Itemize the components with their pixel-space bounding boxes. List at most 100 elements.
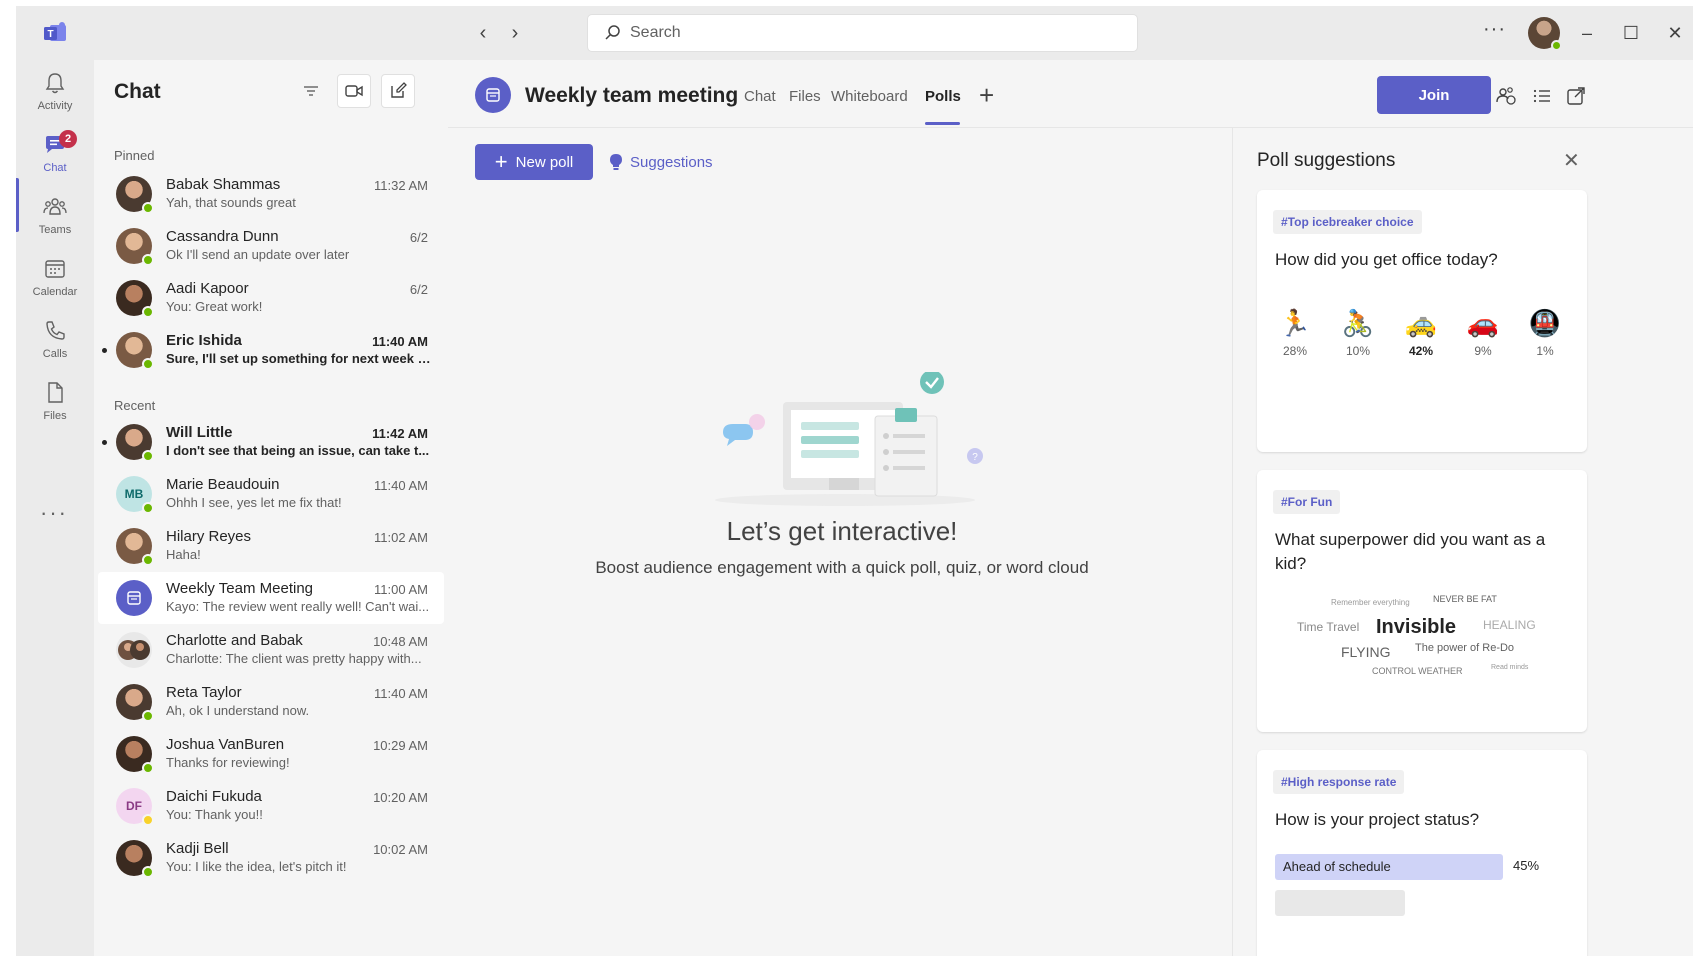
rail-item-activity[interactable]: Activity: [16, 64, 94, 124]
tab-whiteboard[interactable]: Whiteboard: [831, 88, 908, 105]
chat-item[interactable]: Aadi Kapoor 6/2 You: Great work!: [98, 272, 444, 324]
presence-icon: [142, 762, 154, 774]
plus-icon: +: [494, 149, 508, 174]
result-percent: 45%: [1513, 858, 1540, 873]
meet-now-button[interactable]: [337, 74, 371, 108]
word-cloud-word: The power of Re-Do: [1415, 642, 1515, 654]
presence-icon: [142, 554, 154, 566]
chat-item[interactable]: Kadji Bell 10:02 AM You: I like the idea…: [98, 832, 444, 884]
chat-name: Aadi Kapoor: [166, 280, 249, 297]
new-poll-button[interactable]: + New poll: [475, 144, 593, 180]
chat-time: 11:40 AM: [372, 334, 428, 349]
chat-time: 10:20 AM: [373, 790, 428, 805]
back-arrow-icon[interactable]: ‹: [472, 22, 494, 44]
chat-item[interactable]: MB Marie Beaudouin 11:40 AM Ohhh I see, …: [98, 468, 444, 520]
chat-item[interactable]: Eric Ishida 11:40 AM Sure, I'll set up s…: [98, 324, 444, 376]
chat-item[interactable]: Joshua VanBuren 10:29 AM Thanks for revi…: [98, 728, 444, 780]
new-chat-button[interactable]: [381, 74, 415, 108]
pinned-section-label: Pinned: [114, 148, 155, 163]
pop-out-icon[interactable]: [1564, 84, 1588, 108]
suggestions-button[interactable]: Suggestions: [608, 144, 713, 180]
minimize-icon[interactable]: –: [1574, 20, 1600, 46]
rail-item-calls[interactable]: Calls: [16, 312, 94, 372]
tab-polls[interactable]: Polls: [925, 88, 961, 105]
avatar: [116, 528, 154, 566]
filter-button[interactable]: [294, 74, 328, 108]
teams-window: T ‹ › ··· – ☐ ✕ Activity 2 Chat Teams: [16, 6, 1693, 956]
card-question: How is your project status?: [1275, 810, 1480, 829]
tab-chat[interactable]: Chat: [744, 88, 776, 105]
presence-icon: [142, 306, 154, 318]
maximize-icon[interactable]: ☐: [1618, 20, 1644, 46]
chat-item[interactable]: DF Daichi Fukuda 10:20 AM You: Thank you…: [98, 780, 444, 832]
word-cloud-word: FLYING: [1341, 644, 1391, 660]
svg-text:T: T: [47, 29, 53, 40]
chat-time: 10:02 AM: [373, 842, 428, 857]
chat-preview: Ohhh I see, yes let me fix that!: [166, 495, 342, 510]
option-percent: 28%: [1282, 344, 1308, 358]
poll-option: 🏃 28%: [1270, 308, 1320, 358]
avatar: [116, 424, 154, 462]
user-avatar[interactable]: [1528, 17, 1562, 51]
tab-files[interactable]: Files: [789, 88, 821, 105]
option-percent: 1%: [1536, 344, 1554, 358]
chat-item[interactable]: Will Little 11:42 AM I don't see that be…: [98, 416, 444, 468]
chat-name: Marie Beaudouin: [166, 476, 280, 493]
presence-icon: [142, 450, 154, 462]
chat-preview: Ah, ok I understand now.: [166, 703, 310, 718]
participants-icon[interactable]: [1494, 84, 1518, 108]
chat-preview: Kayo: The review went really well! Can't…: [166, 599, 430, 614]
forward-arrow-icon[interactable]: ›: [504, 22, 526, 44]
rail-label: Calls: [42, 348, 68, 360]
avatar: [116, 280, 154, 318]
chat-item[interactable]: Hilary Reyes 11:02 AM Haha!: [98, 520, 444, 572]
metro-icon: 🚇: [1528, 308, 1562, 338]
lightbulb-icon: [610, 154, 622, 170]
search-box[interactable]: [587, 14, 1138, 52]
chat-preview: You: I like the idea, let's pitch it!: [166, 859, 347, 874]
more-options-icon[interactable]: ···: [1483, 18, 1506, 41]
close-icon[interactable]: ✕: [1563, 148, 1580, 173]
chat-item[interactable]: Cassandra Dunn 6/2 Ok I'll send an updat…: [98, 220, 444, 272]
card-tag: #Top icebreaker choice: [1273, 210, 1422, 234]
rail-item-files[interactable]: Files: [16, 374, 94, 434]
meeting-header: Weekly team meeting Chat Files Whiteboar…: [448, 60, 1693, 128]
chat-item[interactable]: Charlotte and Babak 10:48 AM Charlotte: …: [98, 624, 444, 676]
suggestion-card-fun[interactable]: #For Fun What superpower did you want as…: [1257, 470, 1587, 732]
bicycle-icon: 🚴: [1341, 308, 1375, 338]
search-input[interactable]: [630, 24, 1110, 42]
meeting-pane: Weekly team meeting Chat Files Whiteboar…: [448, 60, 1693, 956]
chat-time: 11:42 AM: [372, 426, 428, 441]
chat-name: Cassandra Dunn: [166, 228, 279, 245]
compose-icon: [391, 82, 407, 98]
presence-icon: [1551, 40, 1562, 51]
suggestion-card-icebreaker[interactable]: #Top icebreaker choice How did you get o…: [1257, 190, 1587, 452]
rail-item-calendar[interactable]: Calendar: [16, 250, 94, 310]
word-cloud-word: Time Travel: [1297, 620, 1360, 634]
phone-icon: [46, 321, 65, 340]
chat-item-selected[interactable]: Weekly Team Meeting 11:00 AM Kayo: The r…: [98, 572, 444, 624]
add-tab-icon[interactable]: +: [979, 80, 994, 111]
chat-item[interactable]: Babak Shammas 11:32 AM Yah, that sounds …: [98, 168, 444, 220]
chat-time: 11:00 AM: [374, 582, 428, 597]
presence-icon: [142, 710, 154, 722]
result-bar: Ahead of schedule: [1275, 854, 1503, 880]
more-apps-icon[interactable]: ···: [40, 500, 68, 526]
close-window-icon[interactable]: ✕: [1662, 20, 1688, 46]
chat-name: Babak Shammas: [166, 176, 281, 193]
chat-preview: I don't see that being an issue, can tak…: [166, 443, 430, 458]
chat-name: Hilary Reyes: [166, 528, 252, 545]
svg-text:?: ?: [972, 452, 978, 463]
unread-dot: [102, 440, 107, 445]
word-cloud-word: Remember everything: [1331, 598, 1410, 607]
chat-time: 10:48 AM: [373, 634, 428, 649]
suggestion-card-project-status[interactable]: #High response rate How is your project …: [1257, 750, 1587, 956]
join-button[interactable]: Join: [1377, 76, 1491, 114]
recent-section-label: Recent: [114, 398, 156, 413]
rail-item-teams[interactable]: Teams: [16, 188, 94, 248]
chat-item[interactable]: Reta Taylor 11:40 AM Ah, ok I understand…: [98, 676, 444, 728]
chat-time: 6/2: [409, 282, 428, 297]
list-icon[interactable]: [1530, 84, 1554, 108]
rail-item-chat[interactable]: 2 Chat: [16, 126, 94, 186]
video-camera-icon: [345, 85, 363, 97]
